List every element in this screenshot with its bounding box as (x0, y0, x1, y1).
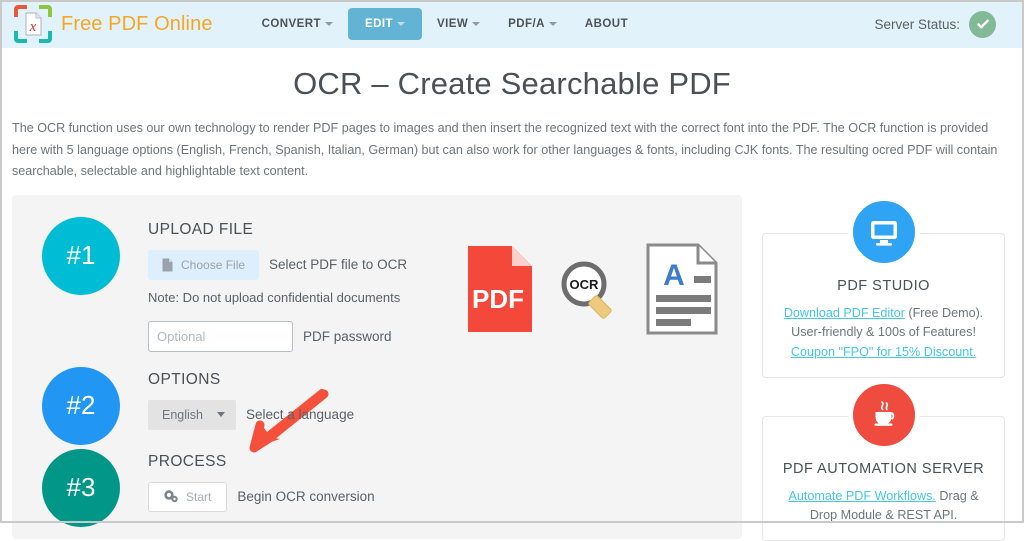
chevron-down-icon (324, 22, 333, 26)
step-badge-2-label: #2 (66, 390, 96, 421)
start-button[interactable]: Start (148, 481, 228, 512)
step-2-body: OPTIONS English Select a language (148, 367, 354, 439)
monitor-icon (847, 195, 920, 268)
page-intro: The OCR function uses our own technology… (12, 121, 998, 179)
choose-file-label: Choose File (181, 257, 246, 272)
step-1: #1 UPLOAD FILE Choose File Select PDF fi… (12, 216, 742, 361)
step-badge-1-label: #1 (66, 240, 96, 271)
promo-column: PDF STUDIO Download PDF Editor (Free Dem… (755, 195, 1012, 541)
language-select-wrap[interactable]: English (148, 399, 236, 430)
brand-name: Free PDF Online (61, 12, 213, 35)
nav-label-view: VIEW (436, 18, 469, 30)
page-title: OCR – Create Searchable PDF (293, 66, 731, 101)
steps-panel: PDF OCR A #1 UPLOAD FILE Choose File Sel… (12, 194, 743, 539)
pdf-password-input[interactable] (148, 320, 293, 352)
file-icon (162, 258, 173, 272)
step-badge-3: #3 (42, 448, 120, 527)
server-status: Server Status: (874, 10, 1010, 38)
automate-workflows-link[interactable]: Automate PDF Workflows. (788, 489, 935, 503)
logo[interactable]: x Free PDF Online (14, 5, 213, 43)
language-select[interactable]: English (148, 399, 236, 430)
step-3-heading: PROCESS (148, 452, 227, 470)
nav-item-pdfa[interactable]: PDF/A (495, 8, 570, 40)
svg-text:x: x (29, 19, 37, 35)
chevron-down-icon (396, 22, 405, 26)
chevron-down-icon (472, 22, 481, 26)
promo-card-pdf-automation-server[interactable]: PDF AUTOMATION SERVER Automate PDF Workf… (762, 378, 1006, 541)
step-badge-2: #2 (42, 366, 120, 445)
start-label: Start (186, 489, 212, 504)
step-badge-3-label: #3 (66, 472, 96, 503)
nav-label-edit: EDIT (364, 18, 393, 30)
main-content: PDF OCR A #1 UPLOAD FILE Choose File Sel… (0, 194, 1024, 541)
language-description: Select a language (246, 407, 355, 423)
upload-note: Note: Do not upload confidential documen… (148, 289, 401, 305)
process-description: Begin OCR conversion (237, 489, 375, 505)
promo-title-pdf-automation-server: PDF AUTOMATION SERVER (782, 460, 985, 477)
server-status-label: Server Status: (874, 16, 960, 32)
java-coffee-icon (847, 378, 920, 451)
process-row: Start Begin OCR conversion (148, 481, 375, 512)
step-1-heading: UPLOAD FILE (148, 220, 254, 238)
nav-item-view[interactable]: VIEW (424, 8, 493, 40)
gears-icon (164, 490, 178, 503)
check-circle-icon (969, 10, 996, 38)
language-row: English Select a language (148, 399, 355, 430)
password-row: PDF password (148, 320, 407, 352)
step-3-body: PROCESS Start Begin OCR conversion (148, 449, 375, 521)
upload-row: Choose File Select PDF file to OCR (148, 249, 408, 280)
promo-text-pdf-studio: Download PDF Editor (Free Demo). User-fr… (777, 304, 990, 363)
chevron-down-icon (548, 22, 557, 26)
step-1-body: UPLOAD FILE Choose File Select PDF file … (148, 217, 407, 361)
step-badge-1: #1 (42, 216, 120, 295)
step-2: #2 OPTIONS English Select a language (12, 366, 742, 445)
nav-label-convert: CONVERT (261, 18, 321, 30)
nav-item-about[interactable]: ABOUT (572, 8, 641, 40)
choose-file-description: Select PDF file to OCR (269, 257, 408, 273)
download-pdf-editor-link[interactable]: Download PDF Editor (784, 306, 905, 320)
promo-title-pdf-studio: PDF STUDIO (837, 277, 930, 294)
step-2-heading: OPTIONS (148, 370, 221, 388)
promo-text-pdf-automation-server: Automate PDF Workflows. Drag & Drop Modu… (777, 487, 990, 526)
nav-item-edit[interactable]: EDIT (347, 8, 422, 40)
nav-label-pdfa: PDF/A (508, 18, 545, 30)
nav-item-convert[interactable]: CONVERT (249, 8, 346, 40)
pdf-document-logo-icon: x (14, 5, 52, 43)
main-nav: CONVERT EDIT VIEW PDF/A ABOUT (249, 8, 641, 40)
pdf-password-description: PDF password (303, 328, 392, 344)
choose-file-button[interactable]: Choose File (148, 249, 260, 280)
site-header: x Free PDF Online CONVERT EDIT VIEW PDF/… (0, 0, 1024, 48)
nav-label-about: ABOUT (584, 18, 629, 30)
promo-card-pdf-studio[interactable]: PDF STUDIO Download PDF Editor (Free Dem… (762, 195, 1006, 378)
step-3: #3 PROCESS Start Begin OCR conversion (12, 448, 742, 527)
coupon-link[interactable]: Coupon "FPO" for 15% Discount. (791, 345, 976, 359)
